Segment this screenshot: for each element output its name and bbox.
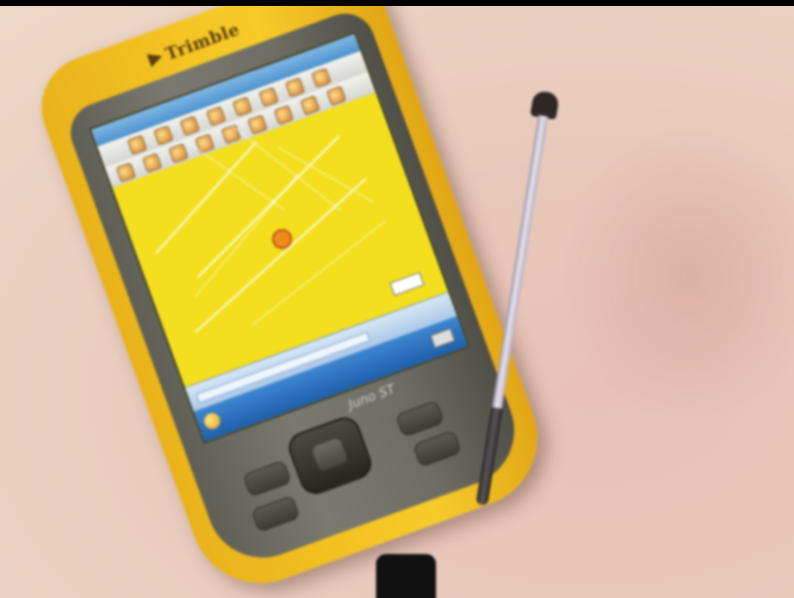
map-scale-indicator	[389, 271, 425, 297]
map-road	[230, 124, 342, 212]
photo-content: Trimble Juno ST	[0, 6, 794, 598]
navigation-pad-center-button[interactable]	[311, 437, 349, 473]
background-shadow	[560, 126, 794, 426]
photo-scene: Trimble Juno ST	[0, 6, 794, 598]
gps-position-marker-icon[interactable]	[269, 226, 295, 252]
usb-cable	[376, 554, 436, 598]
map-road	[277, 146, 374, 203]
stylus-shaft	[491, 114, 549, 413]
keyboard-icon[interactable]	[429, 327, 456, 349]
windows-start-icon[interactable]	[201, 410, 223, 432]
handheld-gps-device: Trimble Juno ST	[27, 6, 557, 598]
